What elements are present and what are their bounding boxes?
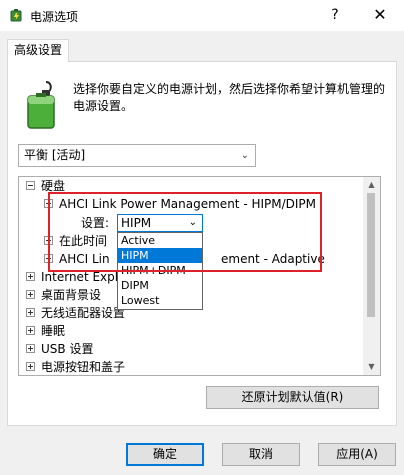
close-button[interactable]: ✕ (360, 3, 400, 27)
battery-plug-icon (27, 81, 55, 129)
setting-dropdown-list[interactable]: Active HIPM HIPM+DIPM DIPM Lowest (117, 232, 203, 310)
ok-button[interactable]: 确定 (126, 443, 204, 466)
setting-label: 设置: (81, 216, 110, 230)
expand-icon[interactable] (26, 344, 35, 353)
dropdown-option-hipm[interactable]: HIPM (118, 248, 202, 263)
chevron-down-icon: ⌄ (240, 150, 249, 161)
scroll-up-icon[interactable]: ▲ (363, 177, 380, 193)
cancel-button[interactable]: 取消 (222, 443, 300, 466)
expand-icon[interactable] (44, 254, 53, 263)
window-title: 电源选项 (30, 10, 79, 24)
title-bar: 电源选项 ? ✕ (0, 0, 404, 31)
settings-tree[interactable]: 硬盘 AHCI Link Power Management - HIPM/DIP… (18, 176, 381, 376)
help-button[interactable]: ? (318, 3, 352, 27)
dropdown-option-hipm-dipm[interactable]: HIPM+DIPM (118, 263, 202, 278)
expand-icon[interactable] (26, 308, 35, 317)
dropdown-option-lowest[interactable]: Lowest (118, 293, 202, 308)
expand-icon[interactable] (26, 326, 35, 335)
apply-button[interactable]: 应用(A) (318, 443, 396, 466)
expand-icon[interactable] (44, 236, 53, 245)
power-plan-select[interactable]: 平衡 [活动] ⌄ (18, 144, 256, 167)
dialog-content: 高级设置 选择你要自定义的电源计划，然后选择你希望计算机管理的电源设置。 平衡 … (0, 31, 404, 475)
expand-icon[interactable] (26, 362, 35, 371)
scroll-down-icon[interactable]: ▼ (363, 359, 380, 375)
tree-scrollbar[interactable]: ▲ ▼ (363, 177, 380, 375)
dropdown-option-dipm[interactable]: DIPM (118, 278, 202, 293)
tab-advanced-settings[interactable]: 高级设置 (7, 39, 69, 62)
scroll-thumb[interactable] (367, 193, 375, 317)
setting-value: HIPM (121, 216, 152, 230)
power-options-icon (10, 9, 22, 22)
dropdown-option-active[interactable]: Active (118, 233, 202, 248)
collapse-icon[interactable] (26, 181, 35, 190)
restore-defaults-button[interactable]: 还原计划默认值(R) (206, 386, 379, 409)
expand-icon[interactable] (26, 290, 35, 299)
description-text: 选择你要自定义的电源计划，然后选择你希望计算机管理的电源设置。 (73, 82, 386, 113)
chevron-down-icon: ⌄ (188, 217, 197, 228)
collapse-icon[interactable] (44, 199, 53, 208)
power-plan-value: 平衡 [活动] (24, 148, 86, 162)
expand-icon[interactable] (26, 272, 35, 281)
setting-select[interactable]: HIPM ⌄ (117, 214, 203, 232)
